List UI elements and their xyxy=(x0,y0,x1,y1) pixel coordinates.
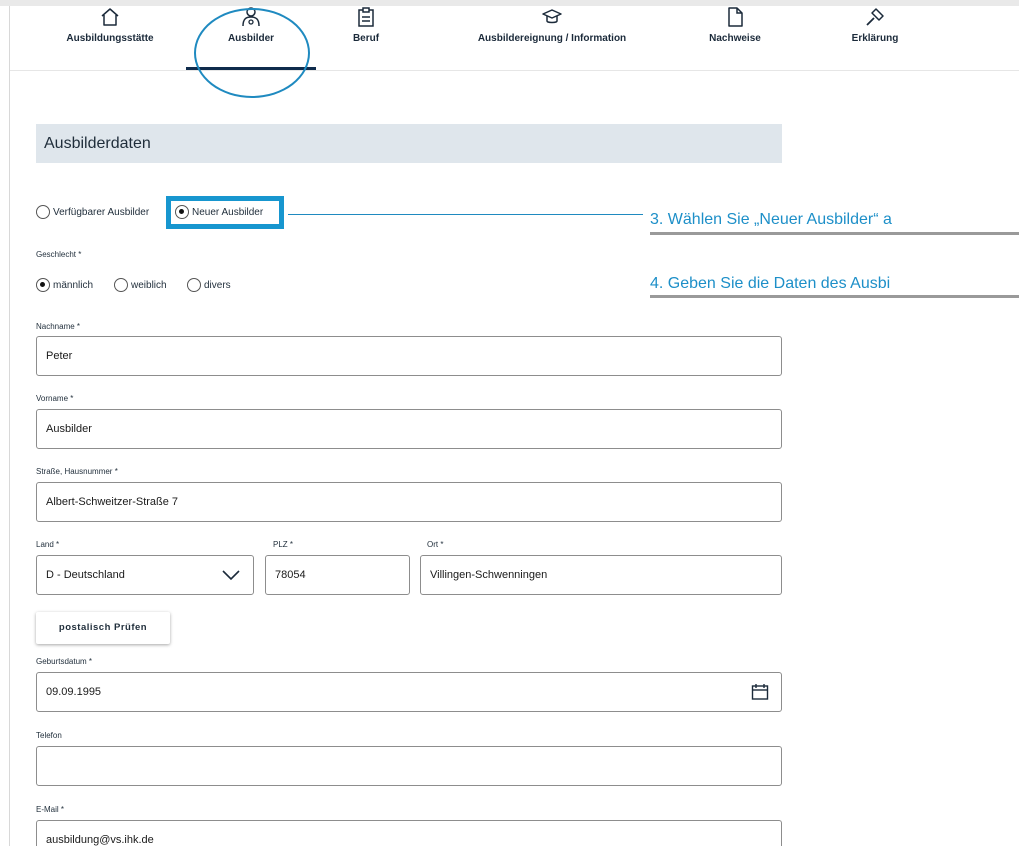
radio-button[interactable] xyxy=(187,278,201,292)
postal-check-button[interactable]: postalisch Prüfen xyxy=(36,612,170,644)
radio-weiblich[interactable]: weiblich xyxy=(114,278,167,292)
field-value: Albert-Schweitzer-Straße 7 xyxy=(46,496,179,508)
radio-button[interactable] xyxy=(36,205,50,219)
ort-field[interactable]: Villingen-Schwenningen xyxy=(420,555,782,595)
radio-button[interactable] xyxy=(36,278,50,292)
callout-step-4: 4. Geben Sie die Daten des Ausbi xyxy=(650,275,891,292)
land-label: Land * xyxy=(36,540,60,549)
radio-button[interactable] xyxy=(114,278,128,292)
vorname-field[interactable]: Ausbilder xyxy=(36,409,782,449)
geburtsdatum-label: Geburtsdatum * xyxy=(36,657,93,666)
callout-underline xyxy=(650,232,1019,235)
gavel-icon xyxy=(866,8,884,26)
radio-label: weiblich xyxy=(131,279,167,291)
radio-maennlich[interactable]: männlich xyxy=(36,278,93,292)
annotation-highlight-box xyxy=(166,196,284,229)
field-value: 78054 xyxy=(275,569,306,581)
field-value: 09.09.1995 xyxy=(46,686,102,698)
radio-label: männlich xyxy=(53,279,94,291)
land-select[interactable]: D - Deutschland xyxy=(36,555,254,595)
graduation-cap-icon xyxy=(542,9,562,24)
vorname-label: Vorname * xyxy=(36,394,74,403)
field-value: Peter xyxy=(46,350,73,362)
callout-connector-line xyxy=(288,214,643,215)
telefon-label: Telefon xyxy=(36,731,62,740)
strasse-label: Straße, Hausnummer * xyxy=(36,467,118,476)
nav-tab-ausbildereignung[interactable]: Ausbildereignung / Information xyxy=(462,6,642,44)
field-value: ausbildung@vs.ihk.de xyxy=(46,834,154,846)
nav-tab-ausbildungsstaette[interactable]: Ausbildungsstätte xyxy=(50,6,170,44)
nav-label: Nachweise xyxy=(709,33,761,44)
plz-label: PLZ * xyxy=(273,540,294,549)
clipboard-icon xyxy=(358,7,374,27)
strasse-field[interactable]: Albert-Schweitzer-Straße 7 xyxy=(36,482,782,522)
field-value: Ausbilder xyxy=(46,423,92,435)
nav-tab-nachweise[interactable]: Nachweise xyxy=(690,6,780,44)
left-border xyxy=(9,6,10,846)
chevron-down-icon xyxy=(222,570,240,581)
geburtsdatum-field[interactable]: 09.09.1995 xyxy=(36,672,782,712)
home-icon xyxy=(101,8,119,26)
nav-tab-beruf[interactable]: Beruf xyxy=(326,6,406,44)
callout-underline xyxy=(650,295,1019,298)
plz-field[interactable]: 78054 xyxy=(265,555,410,595)
ort-label: Ort * xyxy=(427,540,444,549)
callout-step-3: 3. Wählen Sie „Neuer Ausbilder“ a xyxy=(650,211,892,228)
field-value: D - Deutschland xyxy=(46,569,125,581)
nav-label: Ausbildungsstätte xyxy=(66,33,154,44)
calendar-icon[interactable] xyxy=(751,683,769,701)
nav-tab-erklaerung[interactable]: Erklärung xyxy=(830,6,920,44)
radio-label: divers xyxy=(204,279,231,291)
radio-verfuegbarer-ausbilder[interactable]: Verfügbarer Ausbilder xyxy=(36,205,149,219)
radio-divers[interactable]: divers xyxy=(187,278,231,292)
annotation-circle xyxy=(194,8,310,98)
nav-label: Ausbildereignung / Information xyxy=(477,33,627,44)
radio-label: Verfügbarer Ausbilder xyxy=(53,206,150,218)
gender-label: Geschlecht * xyxy=(36,250,82,259)
nav-label: Beruf xyxy=(352,33,380,44)
nachname-label: Nachname * xyxy=(36,322,81,331)
section-title: Ausbilderdaten xyxy=(44,135,151,152)
document-icon xyxy=(728,7,743,27)
nav-label: Erklärung xyxy=(851,33,899,44)
nachname-field[interactable]: Peter xyxy=(36,336,782,376)
email-label: E-Mail * xyxy=(36,805,65,814)
email-field[interactable]: ausbildung@vs.ihk.de xyxy=(36,820,782,846)
section-header: Ausbilderdaten xyxy=(36,124,782,163)
telefon-field[interactable] xyxy=(36,746,782,786)
field-value: Villingen-Schwenningen xyxy=(430,569,548,581)
